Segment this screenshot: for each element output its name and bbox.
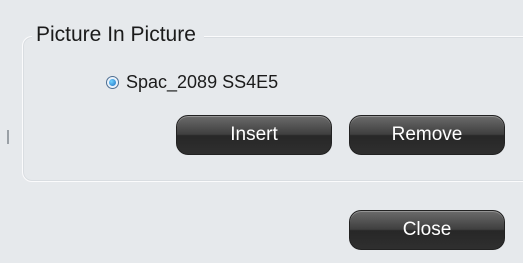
source-label: Spac_2089 SS4E5 bbox=[126, 72, 279, 92]
pip-dialog: Picture In Picture Spac_2089 SS4E5 Inser… bbox=[0, 0, 523, 263]
radio-selected-icon[interactable] bbox=[106, 76, 119, 89]
close-button[interactable]: Close bbox=[349, 210, 505, 250]
pip-group-box bbox=[22, 36, 523, 182]
group-title: Picture In Picture bbox=[32, 22, 204, 48]
insert-button[interactable]: Insert bbox=[176, 115, 332, 155]
remove-button[interactable]: Remove bbox=[349, 115, 505, 155]
source-option[interactable]: Spac_2089 SS4E5 bbox=[106, 72, 278, 93]
divider bbox=[7, 130, 9, 144]
